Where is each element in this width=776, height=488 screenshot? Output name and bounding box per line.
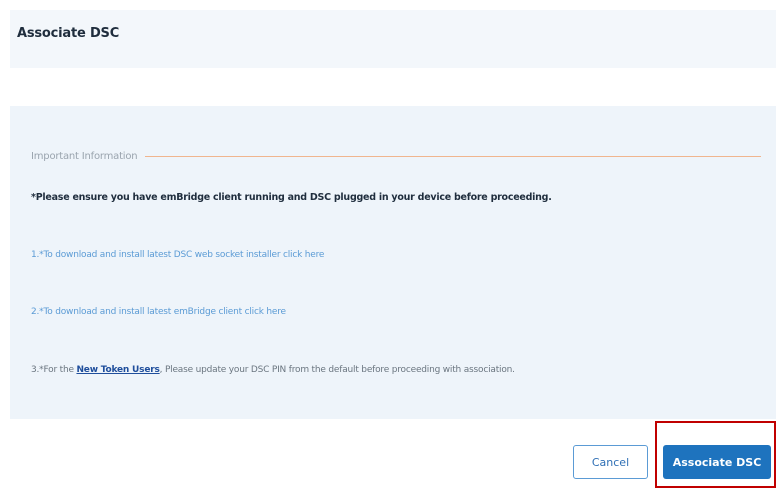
important-info-panel: Important Information *Please ensure you…: [10, 106, 776, 419]
associate-dsc-page: Associate DSC Important Information *Ple…: [0, 0, 776, 488]
new-token-users-note: 3.*For the New Token Users, Please updat…: [31, 365, 515, 375]
dialog-header: Associate DSC: [10, 10, 776, 68]
warning-text: *Please ensure you have emBridge client …: [31, 192, 552, 203]
dsc-installer-link[interactable]: 1.*To download and install latest DSC we…: [31, 250, 324, 260]
highlight-box: [655, 421, 776, 488]
note-prefix: 3.*For the: [31, 365, 77, 375]
info-legend-label: Important Information: [31, 151, 138, 162]
page-title: Associate DSC: [17, 26, 120, 41]
info-legend: Important Information: [31, 151, 761, 162]
cancel-button[interactable]: Cancel: [573, 445, 648, 479]
legend-divider: [145, 156, 761, 157]
new-token-users-link[interactable]: New Token Users: [76, 365, 159, 375]
embridge-client-link[interactable]: 2.*To download and install latest emBrid…: [31, 307, 286, 317]
note-suffix: , Please update your DSC PIN from the de…: [159, 365, 515, 375]
